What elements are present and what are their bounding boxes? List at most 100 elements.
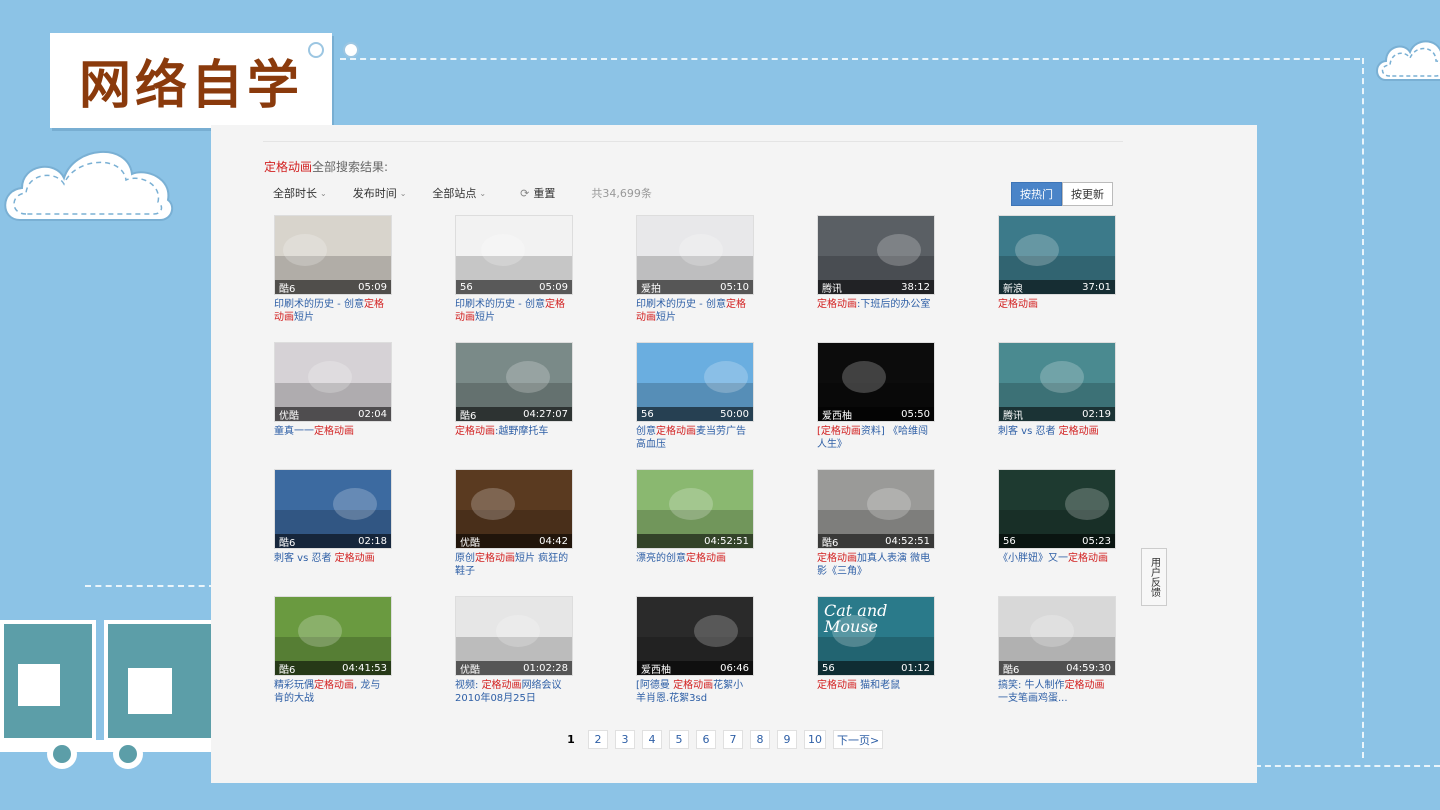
- video-thumbnail[interactable]: 爱西柚 06:46: [636, 596, 754, 676]
- video-title-link[interactable]: [定格动画资料] 《哈维闯人生》: [817, 425, 933, 451]
- filter-label: 发布时间: [352, 187, 397, 200]
- title-keyword: 定格动画: [817, 680, 857, 691]
- video-thumbnail[interactable]: 56 05:09: [455, 215, 573, 295]
- page-9-button[interactable]: 9: [777, 730, 797, 749]
- filter-publish-time[interactable]: 发布时间 ⌄: [353, 185, 407, 201]
- pin-icon: [308, 42, 324, 58]
- video-title-link[interactable]: 定格动画 猫和老鼠: [817, 679, 933, 692]
- sort-hot-button[interactable]: 按热门: [1011, 182, 1062, 206]
- video-duration: 02:04: [358, 408, 387, 420]
- video-card[interactable]: 酷6 04:41:53 精彩玩偶定格动画, 龙与肯的大战: [274, 596, 392, 705]
- video-title-link[interactable]: 定格动画加真人表演 微电影《三角》: [817, 552, 933, 578]
- video-duration: 05:23: [1082, 535, 1111, 547]
- thumbnail-info-bar: 优酷 02:04: [275, 407, 391, 421]
- filter-bar: 全部时长 ⌄ 发布时间 ⌄ 全部站点 ⌄ ⟳ 重置 共34,699条: [273, 185, 652, 201]
- video-card[interactable]: 56 05:23 《小胖妞》又一定格动画: [998, 469, 1116, 565]
- video-card[interactable]: 爱西柚 06:46 [阿德曼 定格动画花絮小羊肖恩.花絮3sd: [636, 596, 754, 705]
- title-text: 创意: [636, 426, 656, 437]
- next-page-button[interactable]: 下一页>: [833, 730, 884, 749]
- page-8-button[interactable]: 8: [750, 730, 770, 749]
- video-title-link[interactable]: 原创定格动画短片 疯狂的鞋子: [455, 552, 571, 578]
- feedback-button[interactable]: 用户反馈: [1141, 548, 1167, 606]
- video-card[interactable]: 腾讯 38:12 定格动画:下班后的办公室: [817, 215, 935, 311]
- page-6-button[interactable]: 6: [696, 730, 716, 749]
- title-keyword: 定格动画: [998, 299, 1038, 310]
- video-duration: 01:12: [901, 662, 930, 674]
- video-card[interactable]: 酷6 04:27:07 定格动画:越野摩托车: [455, 342, 573, 438]
- video-title-link[interactable]: 定格动画:越野摩托车: [455, 425, 571, 438]
- video-thumbnail[interactable]: 爱西柚 05:50: [817, 342, 935, 422]
- video-card[interactable]: 酷6 04:59:30 搞笑: 牛人制作定格动画 一支笔画鸡蛋...: [998, 596, 1116, 705]
- video-thumbnail[interactable]: 酷6 04:27:07: [455, 342, 573, 422]
- page-10-button[interactable]: 10: [804, 730, 826, 749]
- reset-button[interactable]: ⟳ 重置: [520, 185, 555, 201]
- title-keyword: 定格动画: [817, 553, 857, 564]
- video-title-link[interactable]: 《小胖妞》又一定格动画: [998, 552, 1114, 565]
- video-thumbnail[interactable]: 优酷 04:42: [455, 469, 573, 549]
- sort-new-button[interactable]: 按更新: [1062, 182, 1113, 206]
- video-card[interactable]: 新浪 37:01 定格动画: [998, 215, 1116, 311]
- page-3-button[interactable]: 3: [615, 730, 635, 749]
- video-title-link[interactable]: 刺客 vs 忍者 定格动画: [998, 425, 1114, 438]
- search-keyword[interactable]: 定格动画: [264, 160, 312, 174]
- video-title-link[interactable]: 定格动画:下班后的办公室: [817, 298, 933, 311]
- video-thumbnail[interactable]: Cat and Mouse 56 01:12: [817, 596, 935, 676]
- video-title-link[interactable]: 漂亮的创意定格动画: [636, 552, 752, 565]
- video-thumbnail[interactable]: 酷6 02:18: [274, 469, 392, 549]
- video-card[interactable]: 爱西柚 05:50 [定格动画资料] 《哈维闯人生》: [817, 342, 935, 451]
- video-card[interactable]: 优酷 04:42 原创定格动画短片 疯狂的鞋子: [455, 469, 573, 578]
- video-thumbnail[interactable]: 优酷 01:02:28: [455, 596, 573, 676]
- title-keyword: 定格动画: [475, 553, 515, 564]
- video-title-link[interactable]: 定格动画: [998, 298, 1114, 311]
- filter-site[interactable]: 全部站点 ⌄: [432, 185, 486, 201]
- video-thumbnail[interactable]: 新浪 37:01: [998, 215, 1116, 295]
- video-card[interactable]: 腾讯 02:19 刺客 vs 忍者 定格动画: [998, 342, 1116, 438]
- video-thumbnail[interactable]: 酷6 04:59:30: [998, 596, 1116, 676]
- video-source: 酷6: [279, 664, 296, 676]
- title-keyword: 定格动画: [314, 680, 354, 691]
- video-title-link[interactable]: 印刷术的历史 - 创意定格动画短片: [455, 298, 571, 324]
- video-card[interactable]: 爱拍 05:10 印刷术的历史 - 创意定格动画短片: [636, 215, 754, 324]
- video-title-link[interactable]: 印刷术的历史 - 创意定格动画短片: [274, 298, 390, 324]
- video-card[interactable]: 04:52:51 漂亮的创意定格动画: [636, 469, 754, 565]
- video-title-link[interactable]: 搞笑: 牛人制作定格动画 一支笔画鸡蛋...: [998, 679, 1114, 705]
- video-thumbnail[interactable]: 优酷 02:04: [274, 342, 392, 422]
- page-7-button[interactable]: 7: [723, 730, 743, 749]
- page-1-button[interactable]: 1: [561, 730, 581, 749]
- video-thumbnail[interactable]: 56 50:00: [636, 342, 754, 422]
- chevron-down-icon: ⌄: [399, 188, 407, 198]
- video-source: 56: [641, 408, 654, 420]
- video-card[interactable]: Cat and Mouse 56 01:12 定格动画 猫和老鼠: [817, 596, 935, 692]
- video-thumbnail[interactable]: 04:52:51: [636, 469, 754, 549]
- video-thumbnail[interactable]: 酷6 04:41:53: [274, 596, 392, 676]
- page-4-button[interactable]: 4: [642, 730, 662, 749]
- video-card[interactable]: 酷6 05:09 印刷术的历史 - 创意定格动画短片: [274, 215, 392, 324]
- video-thumbnail[interactable]: 腾讯 02:19: [998, 342, 1116, 422]
- page-5-button[interactable]: 5: [669, 730, 689, 749]
- video-card[interactable]: 56 50:00 创意定格动画麦当劳广告高血压: [636, 342, 754, 451]
- video-thumbnail[interactable]: 酷6 04:52:51: [817, 469, 935, 549]
- filter-duration[interactable]: 全部时长 ⌄: [273, 185, 327, 201]
- title-keyword: 定格动画: [1064, 680, 1105, 691]
- video-duration: 04:42: [539, 535, 568, 547]
- video-thumbnail[interactable]: 56 05:23: [998, 469, 1116, 549]
- video-card[interactable]: 56 05:09 印刷术的历史 - 创意定格动画短片: [455, 215, 573, 324]
- train-illustration: [0, 620, 215, 769]
- video-card[interactable]: 优酷 01:02:28 视频: 定格动画网络会议2010年08月25日: [455, 596, 573, 705]
- video-card[interactable]: 酷6 02:18 刺客 vs 忍者 定格动画: [274, 469, 392, 565]
- video-title-link[interactable]: 刺客 vs 忍者 定格动画: [274, 552, 390, 565]
- page-2-button[interactable]: 2: [588, 730, 608, 749]
- video-card[interactable]: 优酷 02:04 童真一一定格动画: [274, 342, 392, 438]
- video-title-link[interactable]: 精彩玩偶定格动画, 龙与肯的大战: [274, 679, 390, 705]
- video-duration: 05:10: [720, 281, 749, 293]
- video-thumbnail[interactable]: 腾讯 38:12: [817, 215, 935, 295]
- video-title-link[interactable]: 童真一一定格动画: [274, 425, 390, 438]
- video-thumbnail[interactable]: 爱拍 05:10: [636, 215, 754, 295]
- video-title-link[interactable]: [阿德曼 定格动画花絮小羊肖恩.花絮3sd: [636, 679, 752, 705]
- video-title-link[interactable]: 创意定格动画麦当劳广告高血压: [636, 425, 752, 451]
- video-title-link[interactable]: 印刷术的历史 - 创意定格动画短片: [636, 298, 752, 324]
- video-card[interactable]: 酷6 04:52:51 定格动画加真人表演 微电影《三角》: [817, 469, 935, 578]
- video-source: 酷6: [822, 537, 839, 549]
- video-title-link[interactable]: 视频: 定格动画网络会议2010年08月25日: [455, 679, 571, 705]
- video-thumbnail[interactable]: 酷6 05:09: [274, 215, 392, 295]
